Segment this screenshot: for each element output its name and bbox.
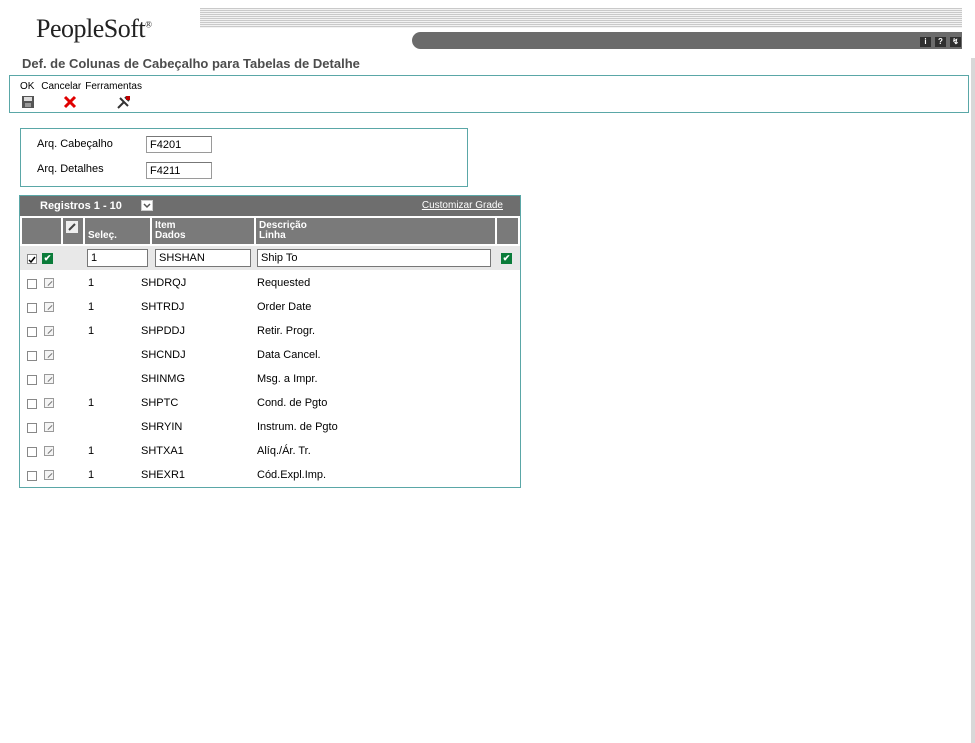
- colhdr-desc[interactable]: Descrição Linha: [256, 218, 495, 244]
- table-row[interactable]: 1 SHPDDJ Retir. Progr.: [20, 319, 520, 343]
- header-file-input[interactable]: F4201: [146, 136, 212, 153]
- row-edit-icon[interactable]: [44, 278, 54, 288]
- info-icon[interactable]: i: [920, 37, 931, 47]
- header-icons: i ? ↯: [920, 37, 961, 47]
- header-file-label: Arq. Cabeçalho: [37, 138, 113, 150]
- desc-cell: Retir. Progr.: [257, 325, 316, 337]
- row-edit-icon[interactable]: [44, 422, 54, 432]
- desc-cell: Cód.Expl.Imp.: [257, 469, 327, 481]
- table-row[interactable]: ✔ 1 SHSHAN Ship To ✔: [20, 246, 520, 270]
- select-cell: 1: [88, 325, 95, 337]
- item-cell: SHPTC: [141, 397, 179, 409]
- grid-title-bar: Registros 1 - 10 Customizar Grade: [20, 196, 520, 216]
- row-edit-icon[interactable]: [44, 374, 54, 384]
- row-checkbox[interactable]: [27, 399, 37, 409]
- ok-label[interactable]: OK: [20, 81, 34, 92]
- select-input[interactable]: 1: [87, 249, 148, 267]
- table-row[interactable]: 1 SHTRDJ Order Date: [20, 295, 520, 319]
- row-edit-icon[interactable]: [44, 350, 54, 360]
- colhdr-select[interactable]: Seleç.: [85, 218, 150, 244]
- table-row[interactable]: 1 SHPTC Cond. de Pgto: [20, 391, 520, 415]
- select-cell: 1: [88, 301, 95, 313]
- save-icon[interactable]: [21, 95, 35, 109]
- item-cell: SHRYIN: [141, 421, 183, 433]
- colhdr-item-line2: Dados: [155, 230, 186, 241]
- header-fields-panel: Arq. Cabeçalho F4201 Arq. Detalhes F4211: [20, 128, 468, 187]
- item-cell: SHTXA1: [141, 445, 184, 457]
- internet-icon[interactable]: ↯: [950, 37, 961, 47]
- item-cell: SHDRQJ: [141, 277, 187, 289]
- desc-cell: Data Cancel.: [257, 349, 321, 361]
- table-row[interactable]: 1 SHTXA1 Alíq./Ár. Tr.: [20, 439, 520, 463]
- detail-file-input[interactable]: F4211: [146, 162, 212, 179]
- row-checkbox[interactable]: [27, 447, 37, 457]
- item-cell: SHTRDJ: [141, 301, 185, 313]
- row-edit-icon[interactable]: [44, 302, 54, 312]
- select-cell: 1: [88, 445, 95, 457]
- row-edit-icon[interactable]: [44, 398, 54, 408]
- row-edit-icon[interactable]: [44, 326, 54, 336]
- desc-cell: Cond. de Pgto: [257, 397, 328, 409]
- select-cell: 1: [88, 397, 95, 409]
- row-checkbox-checked[interactable]: [27, 254, 37, 264]
- row-checkbox[interactable]: [27, 303, 37, 313]
- table-row[interactable]: SHINMG Msg. a Impr.: [20, 367, 520, 391]
- row-end-check-icon: ✔: [501, 253, 512, 264]
- pencil-icon: [66, 221, 78, 233]
- desc-cell: Msg. a Impr.: [257, 373, 318, 385]
- item-cell: SHPDDJ: [141, 325, 186, 337]
- detail-file-label: Arq. Detalhes: [37, 163, 104, 175]
- header-bar: [412, 32, 962, 49]
- customize-grid-link[interactable]: Customizar Grade: [422, 200, 503, 211]
- row-checkbox[interactable]: [27, 423, 37, 433]
- table-row[interactable]: 1 SHDRQJ Requested: [20, 271, 520, 295]
- colhdr-desc-line1: Descrição: [259, 220, 307, 231]
- table-row[interactable]: 1 SHEXR1 Cód.Expl.Imp.: [20, 463, 520, 487]
- select-cell: 1: [88, 277, 95, 289]
- logo-text: PeopleSoft: [36, 14, 146, 43]
- row-checkbox[interactable]: [27, 327, 37, 337]
- row-checkbox[interactable]: [27, 351, 37, 361]
- logo-mark: ®: [145, 19, 152, 30]
- colhdr-edit: [63, 218, 83, 244]
- peoplesoft-logo: PeopleSoft®: [36, 14, 152, 44]
- row-edit-icon[interactable]: [44, 446, 54, 456]
- header-stripes: [200, 8, 962, 28]
- records-dropdown-icon[interactable]: [141, 200, 153, 211]
- cancel-icon[interactable]: [63, 95, 77, 109]
- detail-grid: Registros 1 - 10 Customizar Grade Seleç.…: [19, 195, 521, 488]
- item-cell: SHINMG: [141, 373, 185, 385]
- desc-input[interactable]: Ship To: [257, 249, 491, 267]
- tools-icon[interactable]: [117, 95, 131, 109]
- colhdr-desc-line2: Linha: [259, 230, 286, 241]
- vertical-scrollbar[interactable]: [971, 58, 975, 743]
- desc-cell: Instrum. de Pgto: [257, 421, 338, 433]
- desc-cell: Alíq./Ár. Tr.: [257, 445, 311, 457]
- records-label: Registros 1 - 10: [40, 200, 122, 212]
- help-icon[interactable]: ?: [935, 37, 946, 47]
- desc-cell: Order Date: [257, 301, 312, 313]
- row-checkbox[interactable]: [27, 279, 37, 289]
- colhdr-end: [497, 218, 518, 244]
- table-row[interactable]: SHRYIN Instrum. de Pgto: [20, 415, 520, 439]
- desc-cell: Requested: [257, 277, 311, 289]
- row-selected-check-icon: ✔: [42, 253, 53, 264]
- page-title: Def. de Colunas de Cabeçalho para Tabela…: [22, 56, 360, 71]
- toolbar: OK Cancelar Ferramentas: [9, 75, 969, 113]
- item-cell: SHCNDJ: [141, 349, 186, 361]
- tools-label[interactable]: Ferramentas: [85, 81, 142, 92]
- item-input[interactable]: SHSHAN: [155, 249, 251, 267]
- colhdr-select-all: [22, 218, 61, 244]
- row-checkbox[interactable]: [27, 375, 37, 385]
- row-checkbox[interactable]: [27, 471, 37, 481]
- colhdr-item[interactable]: Item Dados: [152, 218, 254, 244]
- row-edit-icon[interactable]: [44, 470, 54, 480]
- toolbar-labels: OK Cancelar Ferramentas: [20, 81, 146, 92]
- table-row[interactable]: SHCNDJ Data Cancel.: [20, 343, 520, 367]
- item-cell: SHEXR1: [141, 469, 186, 481]
- cancel-label[interactable]: Cancelar: [41, 81, 81, 92]
- select-cell: 1: [88, 469, 95, 481]
